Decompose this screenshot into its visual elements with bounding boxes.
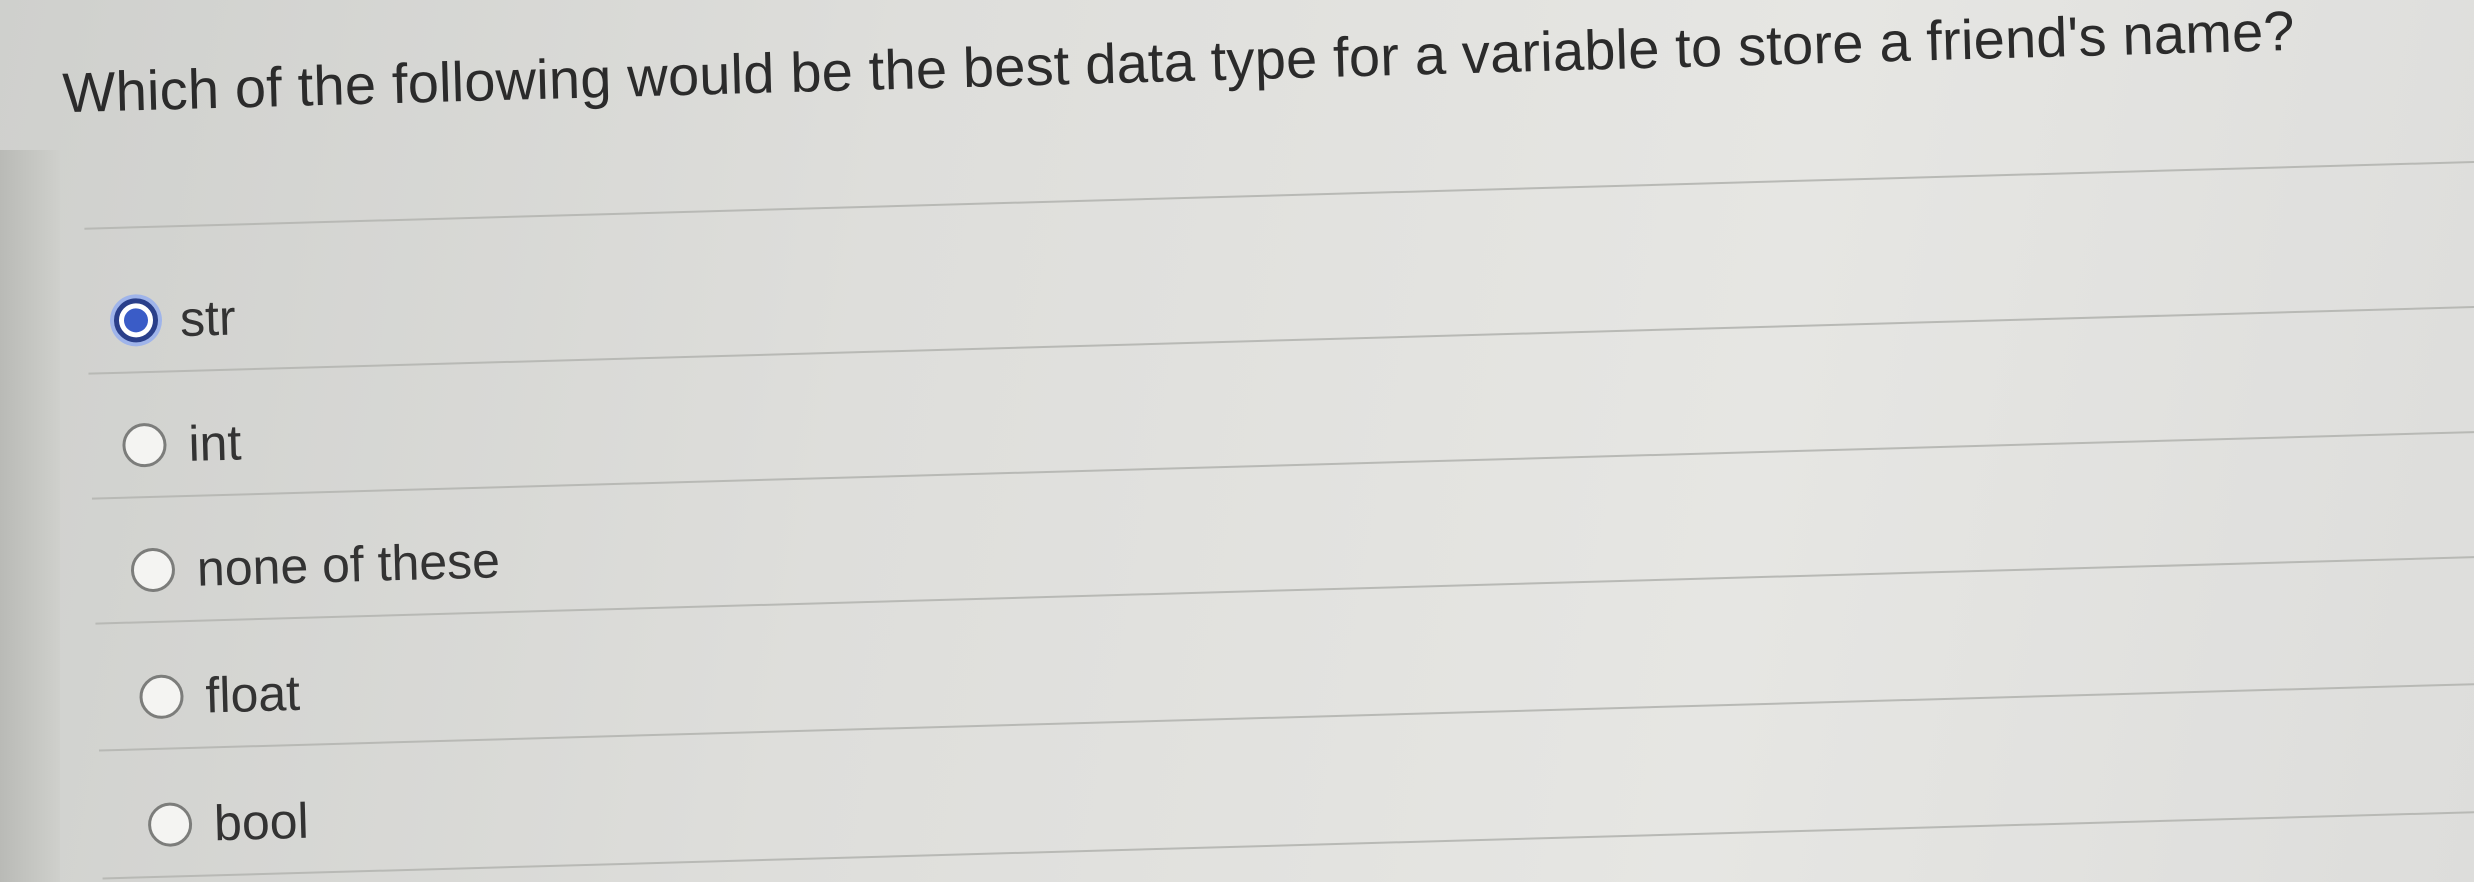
radio-button-selected[interactable] [113, 297, 159, 343]
option-label-str: str [179, 289, 237, 348]
quiz-card: Which of the following would be the best… [0, 0, 2474, 882]
option-bool[interactable]: bool [147, 792, 309, 854]
option-none-of-these[interactable]: none of these [130, 531, 501, 599]
option-label-bool: bool [213, 792, 310, 852]
quiz-screen: Which of the following would be the best… [0, 0, 2474, 882]
radio-button[interactable] [130, 547, 176, 593]
radio-button[interactable] [138, 674, 185, 720]
option-float[interactable]: float [138, 664, 301, 726]
radio-dot-icon [123, 307, 149, 333]
option-label-float: float [204, 664, 301, 724]
option-divider [98, 681, 2474, 752]
option-str[interactable]: str [113, 289, 236, 350]
question-text: Which of the following would be the best… [61, 0, 2296, 125]
option-label-int: int [187, 414, 243, 472]
question-divider [84, 160, 2474, 230]
option-divider [91, 430, 2474, 500]
radio-button[interactable] [147, 801, 193, 848]
option-label-none-of-these: none of these [196, 532, 501, 597]
option-int[interactable]: int [121, 413, 243, 474]
option-divider [88, 305, 2474, 375]
option-divider [102, 809, 2474, 880]
radio-button[interactable] [121, 422, 168, 468]
